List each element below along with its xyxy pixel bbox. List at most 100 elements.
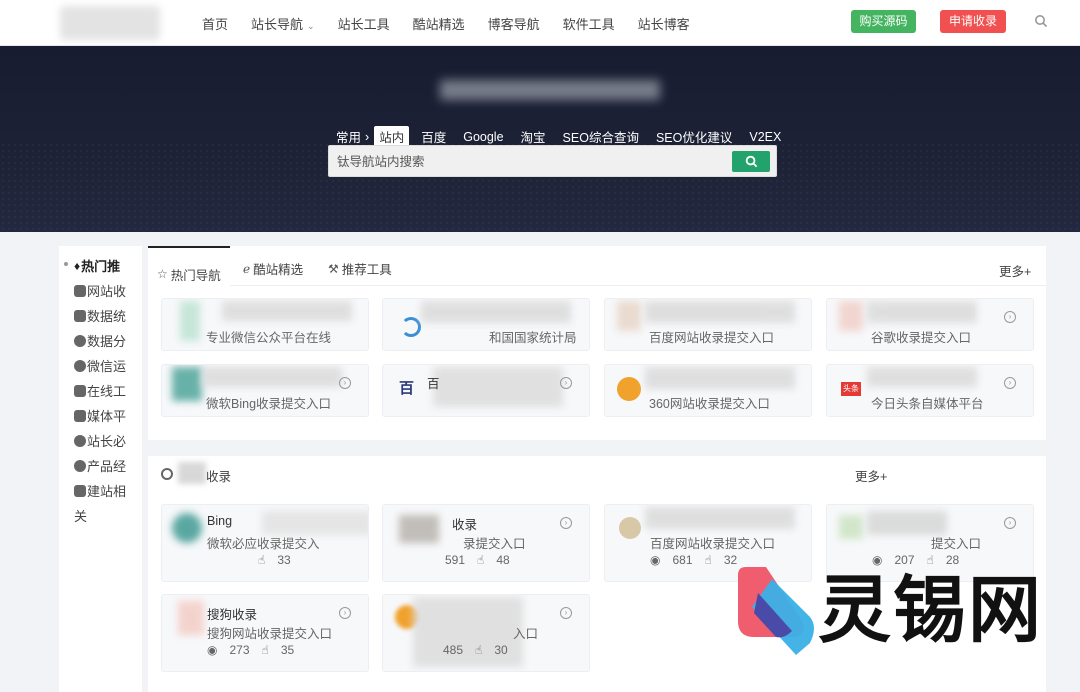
chevron-right-circle-icon[interactable]: › [1004, 311, 1016, 323]
eye-icon: ◉ [207, 643, 218, 657]
sidebar-item-label: 数据统 [87, 309, 127, 324]
nav-cool-sites[interactable]: 酷站精选 [413, 14, 465, 33]
stats-logo-icon [401, 317, 421, 337]
sidebar-item-label: 数据分 [87, 334, 127, 349]
watermark-emblem-icon [738, 567, 814, 655]
sidebar-item-label: 微信运 [87, 359, 127, 374]
blur-overlay [262, 511, 368, 535]
eye-icon: ◉ [650, 553, 661, 567]
site-desc: 谷歌收录提交入口 [871, 331, 972, 345]
sidebar-item-wechat-ops[interactable]: 微信运 [74, 356, 126, 375]
nav-blog-nav[interactable]: 博客导航 [488, 14, 540, 33]
site-card[interactable]: 头条 今日头条自媒体平台 › [826, 364, 1034, 417]
nav-webmaster-tools[interactable]: 站长工具 [338, 14, 390, 33]
site-card[interactable]: Bing 微软必应收录提交入 ☝ 33 [161, 504, 369, 582]
site-desc: 和国国家统计局 [489, 331, 577, 345]
views-count: 485 [443, 643, 464, 657]
top-navbar: 首页 站长导航 ⌄ 站长工具 酷站精选 博客导航 软件工具 站长博客 购买源码 申… [0, 0, 1080, 46]
site-title: 百 [427, 377, 440, 391]
chevron-right-circle-icon[interactable]: › [1004, 377, 1016, 389]
nav-webmaster-nav[interactable]: 站长导航 ⌄ [251, 14, 315, 33]
tab-seo-query[interactable]: SEO综合查询 [563, 127, 639, 146]
tab-google[interactable]: Google [463, 130, 503, 144]
fire-icon: ♦ [74, 258, 81, 273]
sidebar-item-site-building[interactable]: 建站相 [74, 481, 126, 500]
nav-home[interactable]: 首页 [202, 14, 228, 33]
tab-site[interactable]: 站内 [374, 126, 410, 147]
site-card[interactable]: 和国国家统计局 [382, 298, 590, 351]
chevron-right-circle-icon[interactable]: › [339, 607, 351, 619]
site-title-blurred [645, 301, 795, 323]
search-icon [745, 155, 757, 168]
sidebar-item-online-tools[interactable]: 在线工 [74, 381, 126, 400]
sidebar-item-label: 媒体平 [87, 409, 127, 424]
tab-recommended-tools[interactable]: ⚒ 推荐工具 [328, 259, 392, 278]
chart-icon [74, 309, 86, 322]
site-card[interactable]: 微软Bing收录提交入口 › [161, 364, 369, 417]
chrome-icon [161, 468, 173, 480]
site-desc: 微软Bing收录提交入口 [206, 397, 332, 411]
site-card[interactable]: 谷歌收录提交入口 › [826, 298, 1034, 351]
chevron-right-circle-icon[interactable]: › [560, 607, 572, 619]
likes-count: 30 [494, 643, 508, 657]
more-link[interactable]: 更多+ [999, 261, 1031, 280]
tab-hot-nav[interactable]: ☆ 热门导航 [148, 246, 230, 287]
sidebar-item-hot[interactable]: ♦ 热门推 [74, 256, 120, 275]
sidebar-item-webmaster-must[interactable]: 站长必 [74, 431, 126, 450]
chevron-right-circle-icon[interactable]: › [339, 377, 351, 389]
sidebar-item-site-submit[interactable]: 网站收 [74, 281, 126, 300]
product-icon [74, 459, 86, 472]
site-desc: 微软必应收录提交入 [207, 537, 320, 551]
panel-tab-bar: ☆ 热门导航 ℯ 酷站精选 ⚒ 推荐工具 更多+ [148, 246, 1046, 287]
site-title-blurred [222, 301, 352, 321]
site-title-blurred [867, 511, 947, 535]
tab-seo-advice[interactable]: SEO优化建议 [656, 127, 732, 146]
buy-source-button[interactable]: 购买源码 [851, 10, 916, 33]
tab-baidu[interactable]: 百度 [421, 127, 446, 146]
site-icon-blurred [399, 515, 439, 543]
more-link[interactable]: 更多+ [855, 466, 887, 485]
search-button[interactable] [732, 151, 770, 172]
search-engine-tabs: 常用 › 站内 百度 Google 淘宝 SEO综合查询 SEO优化建议 V2E… [336, 126, 798, 147]
site-title: 搜狗收录 [207, 608, 258, 622]
star-icon [74, 434, 86, 447]
site-card[interactable]: 收录 录提交入口 591 ☝ 48 › [382, 504, 590, 582]
pie-icon [74, 334, 86, 347]
site-stats: 591 ☝ 48 [445, 553, 522, 567]
chevron-right-circle-icon[interactable]: › [1004, 517, 1016, 529]
ie-icon: ℯ [243, 261, 251, 276]
sidebar-item-data-analysis[interactable]: 数据分 [74, 331, 126, 350]
site-stats: 485 ☝ 30 [443, 643, 520, 657]
search-input[interactable] [337, 152, 717, 172]
site-icon-blurred [172, 367, 202, 401]
sidebar-item-data-stats[interactable]: 数据统 [74, 306, 126, 325]
nav-webmaster-blog[interactable]: 站长博客 [638, 14, 690, 33]
site-card[interactable]: 搜狗收录 搜狗网站收录提交入口 ◉ 273 ☝ 35 › [161, 594, 369, 672]
site-stats: ◉ 273 ☝ 35 [207, 643, 306, 657]
site-logo[interactable] [60, 6, 160, 40]
active-dot [64, 262, 68, 266]
apply-listing-button[interactable]: 申请收录 [940, 10, 1006, 33]
sidebar-item-product-manager[interactable]: 产品经 [74, 456, 126, 475]
site-search-box [328, 145, 777, 177]
sidebar-item-media-platform[interactable]: 媒体平 [74, 406, 126, 425]
chevron-right-circle-icon[interactable]: › [560, 517, 572, 529]
site-desc: 入口 [513, 627, 539, 641]
tab-v2ex[interactable]: V2EX [749, 130, 781, 144]
thumbs-up-icon: ☝ [261, 643, 269, 657]
site-desc: 百度网站收录提交入口 [649, 331, 775, 345]
search-icon[interactable] [1034, 14, 1048, 28]
views-count: 273 [229, 643, 250, 657]
tab-common[interactable]: 常用 [336, 127, 361, 146]
tab-taobao[interactable]: 淘宝 [521, 127, 546, 146]
nav-software-tools[interactable]: 软件工具 [563, 14, 615, 33]
site-icon-blurred [839, 301, 863, 331]
site-card[interactable]: 360网站收录提交入口 [604, 364, 812, 417]
views-count: 591 [445, 553, 466, 567]
site-card[interactable]: 专业微信公众平台在线 [161, 298, 369, 351]
chevron-right-circle-icon[interactable]: › [560, 377, 572, 389]
site-card[interactable]: 百 百 › [382, 364, 590, 417]
site-card[interactable]: 百度网站收录提交入口 [604, 298, 812, 351]
tab-cool-sites[interactable]: ℯ 酷站精选 [243, 259, 303, 278]
site-card[interactable]: 入口 485 ☝ 30 › [382, 594, 590, 672]
